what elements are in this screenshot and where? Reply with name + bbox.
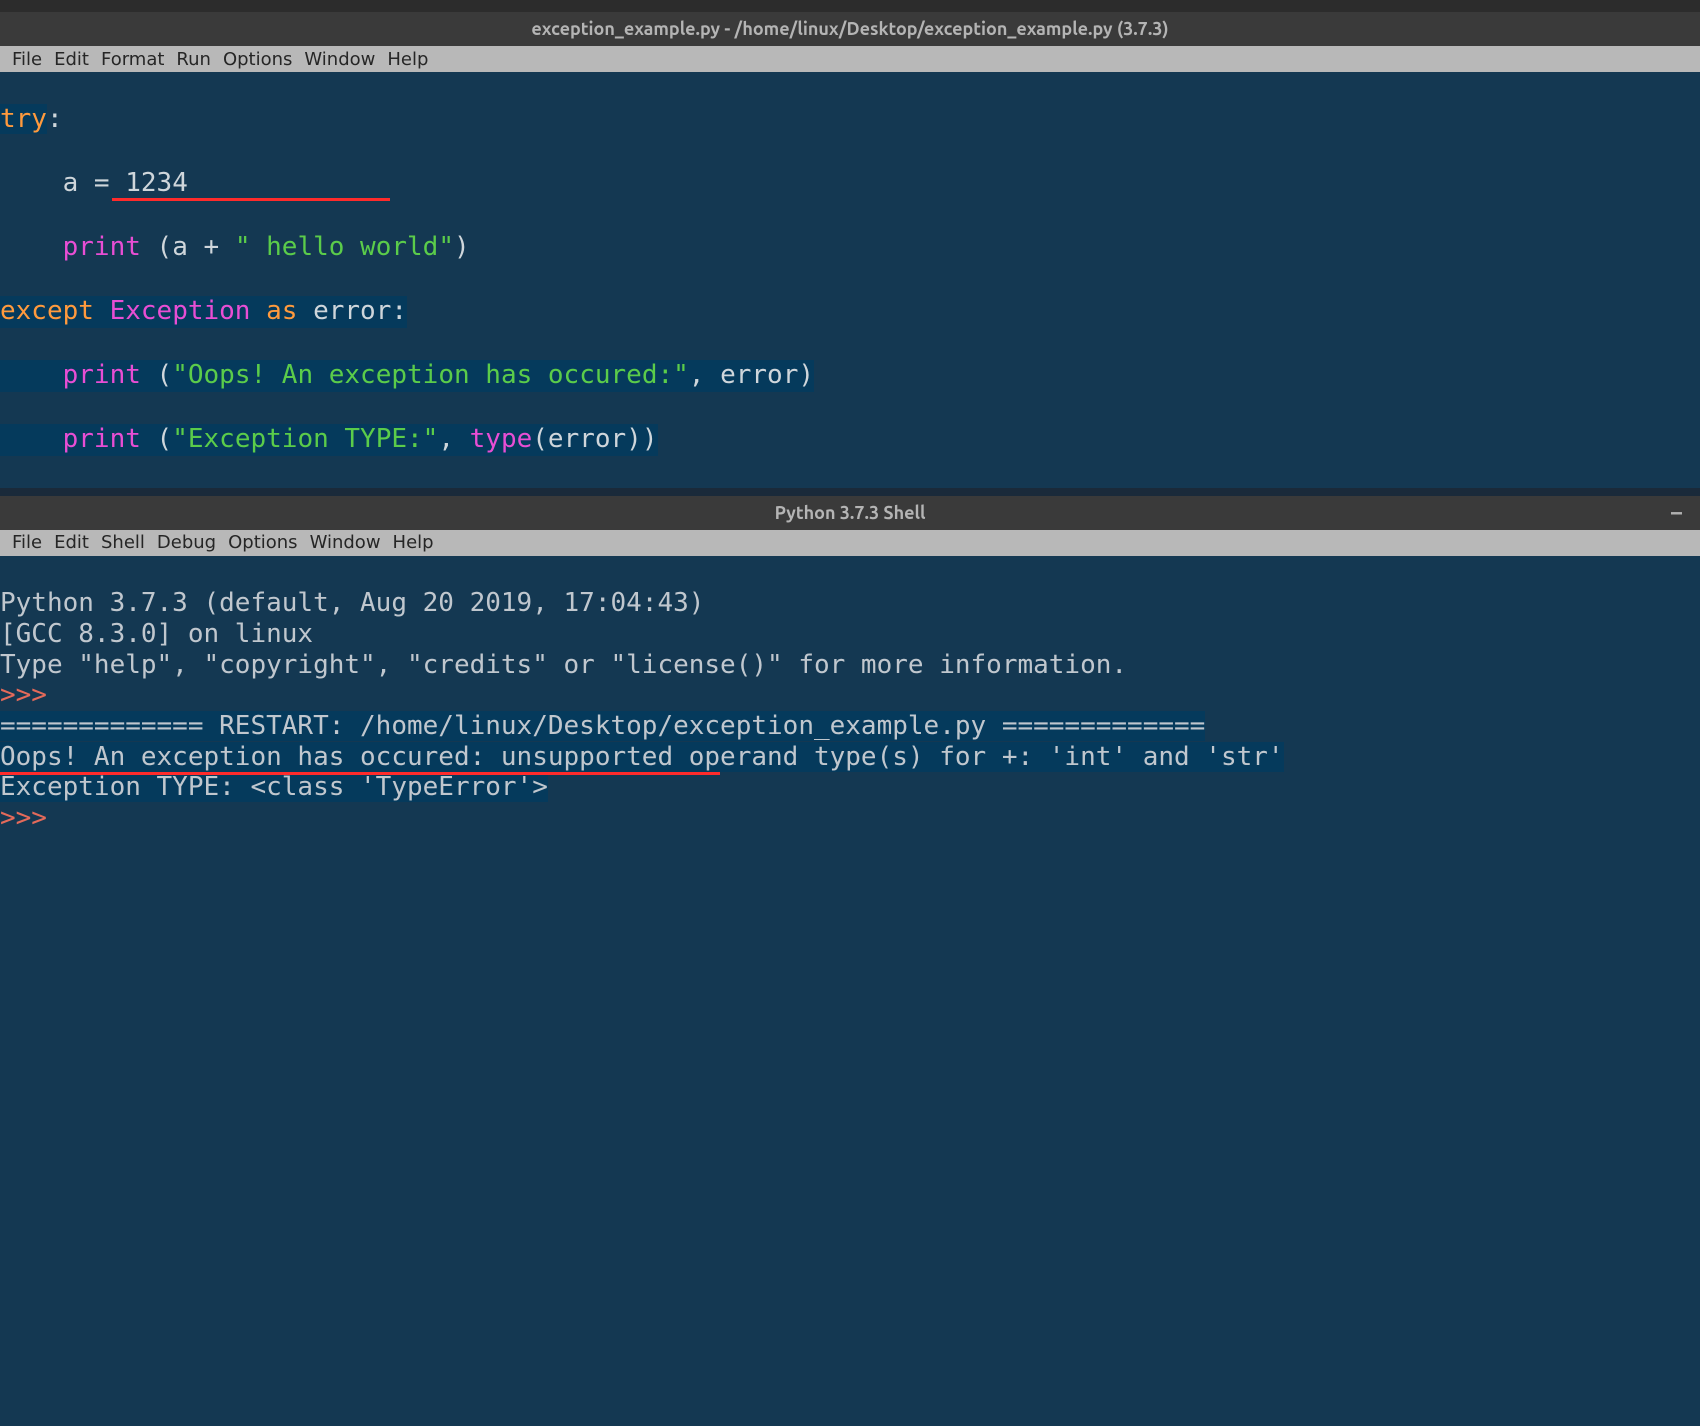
builtin-print: print [63, 424, 141, 454]
space [250, 296, 266, 326]
menu-options[interactable]: Options [222, 530, 303, 555]
menu-format[interactable]: Format [95, 47, 170, 72]
shell-prompt: >>> [0, 680, 63, 710]
indent [0, 424, 63, 454]
editor-menubar: File Edit Format Run Options Window Help [0, 46, 1700, 72]
shell-restart-line: ============= RESTART: /home/linux/Deskt… [0, 711, 1205, 741]
indent [0, 168, 63, 198]
paren-open: ( [141, 424, 172, 454]
builtin-type: type [470, 424, 533, 454]
builtin-print: print [63, 360, 141, 390]
string-literal: "Exception TYPE:" [172, 424, 438, 454]
shell-output-line-1: Oops! An exception has occured: unsuppor… [0, 742, 1284, 772]
keyword-as: as [266, 296, 297, 326]
editor-titlebar[interactable]: exception_example.py - /home/linux/Deskt… [0, 12, 1700, 46]
menu-debug[interactable]: Debug [151, 530, 222, 555]
annotation-underline-output [0, 772, 720, 775]
indent [0, 360, 63, 390]
minimize-icon[interactable]: – [1671, 502, 1682, 524]
colon: : [47, 104, 63, 134]
shell-output-line-2: Exception TYPE: <class 'TypeError'> [0, 772, 548, 802]
menu-run[interactable]: Run [170, 47, 217, 72]
menu-edit[interactable]: Edit [48, 47, 95, 72]
menu-options[interactable]: Options [217, 47, 298, 72]
indent [0, 232, 63, 262]
shell-window: Python 3.7.3 Shell – File Edit Shell Deb… [0, 496, 1700, 1426]
menu-file[interactable]: File [6, 47, 48, 72]
code-line-4: except Exception as error: [0, 296, 407, 328]
assignment: a = [63, 168, 126, 198]
code-line-3: print (a + " hello world") [0, 232, 1700, 264]
number-literal: 1234 [125, 168, 188, 198]
desktop-top-bar [0, 0, 1700, 12]
shell-output-area[interactable]: Python 3.7.3 (default, Aug 20 2019, 17:0… [0, 556, 1700, 1426]
builtin-print: print [63, 232, 141, 262]
paren-open: (a + [141, 232, 235, 262]
builtin-exception: Exception [110, 296, 251, 326]
code-line-5: print ("Oops! An exception has occured:"… [0, 360, 814, 392]
menu-window[interactable]: Window [298, 47, 381, 72]
menu-shell[interactable]: Shell [95, 530, 151, 555]
shell-banner-2: [GCC 8.3.0] on linux [0, 619, 313, 649]
shell-prompt-2: >>> [0, 803, 63, 833]
code-line-1: try: [0, 104, 1700, 136]
shell-titlebar[interactable]: Python 3.7.3 Shell – [0, 496, 1700, 530]
identifier-error: error [313, 296, 391, 326]
paren-close: (error)) [532, 424, 657, 454]
string-literal: " hello world" [235, 232, 454, 262]
args-rest: , error) [689, 360, 814, 390]
shell-menubar: File Edit Shell Debug Options Window Hel… [0, 530, 1700, 556]
shell-title: Python 3.7.3 Shell [775, 503, 926, 523]
colon: : [391, 296, 407, 326]
editor-title: exception_example.py - /home/linux/Deskt… [531, 19, 1168, 39]
code-editor[interactable]: try: a = 1234 print (a + " hello world")… [0, 72, 1700, 488]
paren-open: ( [141, 360, 172, 390]
string-literal: "Oops! An exception has occured:" [172, 360, 689, 390]
code-line-2: a = 1234 [0, 168, 1700, 200]
menu-help[interactable]: Help [387, 530, 440, 555]
keyword-except: except [0, 296, 94, 326]
keyword-try: try [0, 104, 47, 134]
shell-banner-3: Type "help", "copyright", "credits" or "… [0, 650, 1127, 680]
menu-window[interactable]: Window [304, 530, 387, 555]
annotation-underline-except [112, 198, 390, 201]
code-line-6: print ("Exception TYPE:", type(error)) [0, 424, 658, 456]
comma: , [438, 424, 469, 454]
space [297, 296, 313, 326]
space [94, 296, 110, 326]
menu-help[interactable]: Help [381, 47, 434, 72]
paren-close: ) [454, 232, 470, 262]
menu-edit[interactable]: Edit [48, 530, 95, 555]
shell-banner-1: Python 3.7.3 (default, Aug 20 2019, 17:0… [0, 588, 720, 618]
menu-file[interactable]: File [6, 530, 48, 555]
